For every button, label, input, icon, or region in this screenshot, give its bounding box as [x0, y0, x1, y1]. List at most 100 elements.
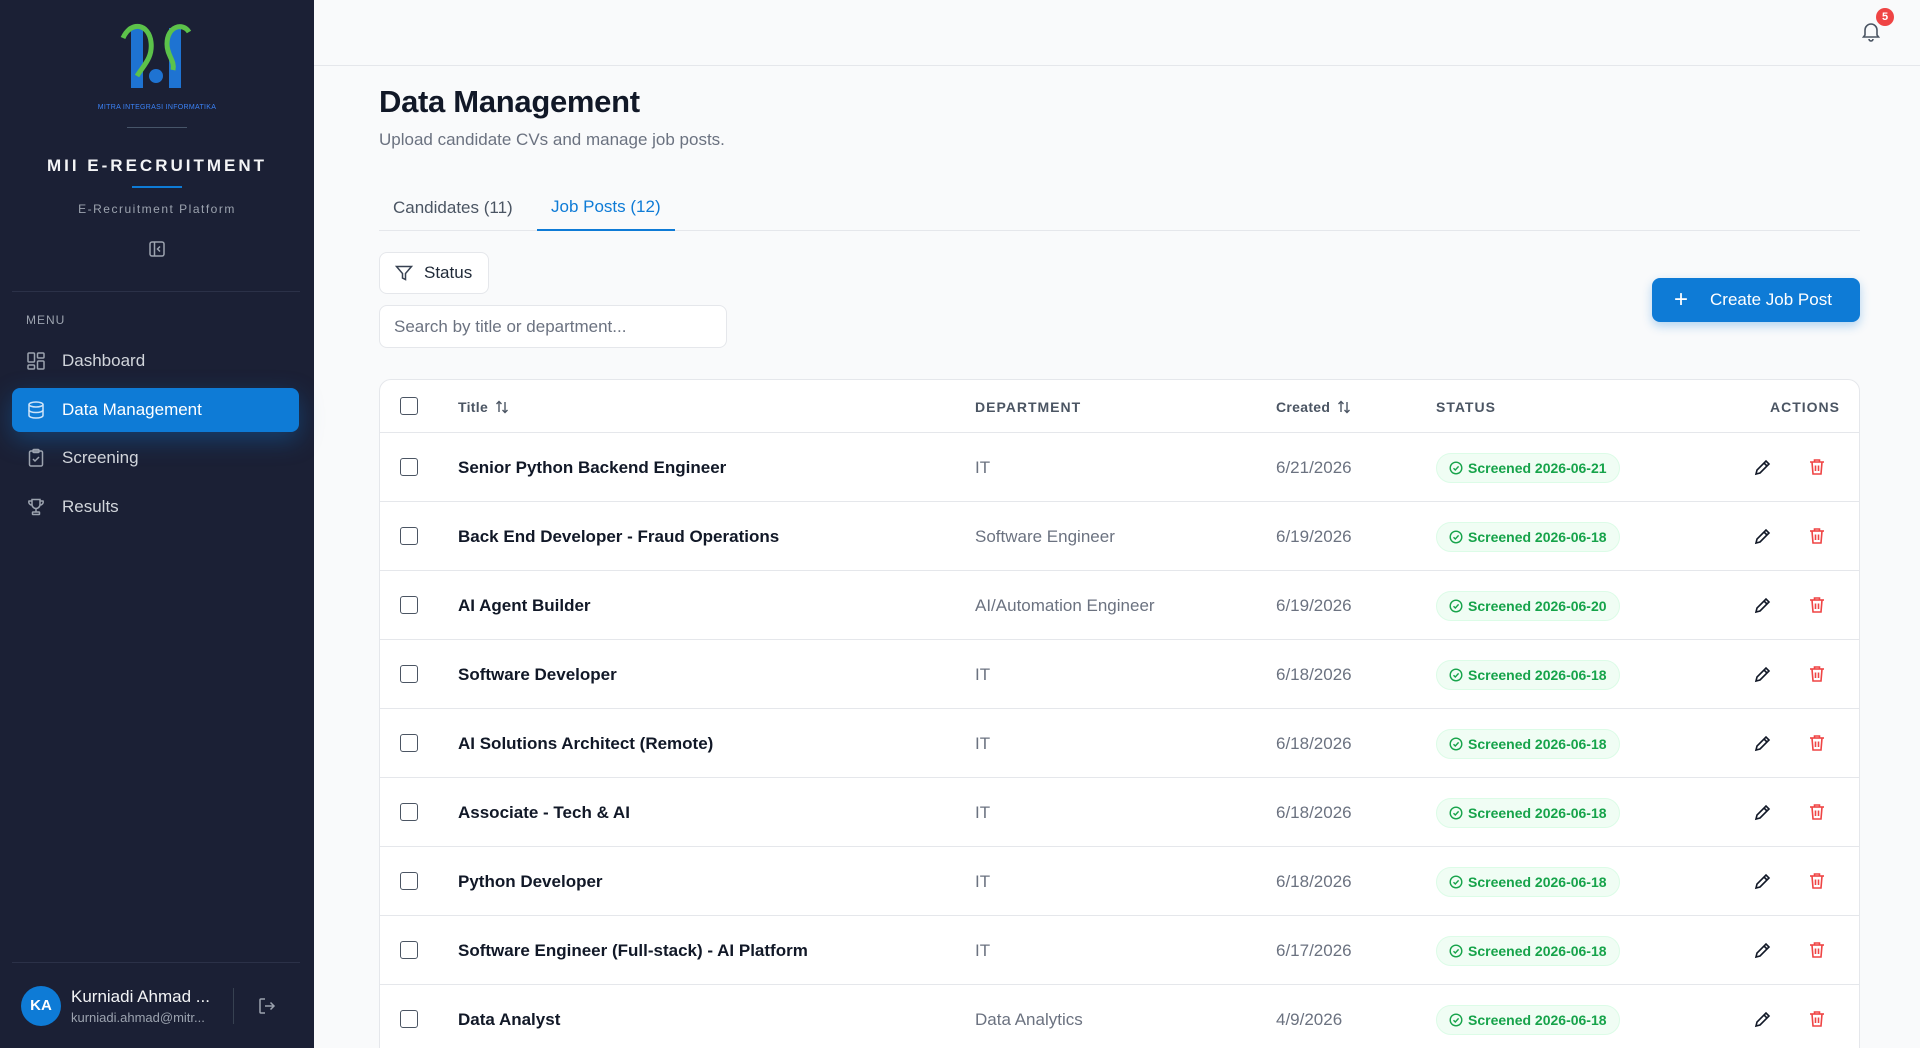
column-created-label: Created [1276, 398, 1331, 415]
pencil-icon [1754, 804, 1771, 821]
status-badge: Screened 2026-06-18 [1436, 728, 1620, 759]
select-all-checkbox[interactable] [400, 397, 418, 415]
edit-button[interactable] [1752, 801, 1774, 823]
status-badge: Screened 2026-06-18 [1436, 1004, 1620, 1035]
edit-button[interactable] [1752, 1008, 1774, 1030]
row-status: Screened 2026-06-18 [1436, 985, 1620, 1048]
sidebar-item-screening[interactable]: Screening [12, 436, 299, 480]
trash-icon [1810, 873, 1824, 889]
status-badge-label: Screened 2026-06-18 [1468, 735, 1607, 752]
row-title[interactable]: Software Developer [458, 640, 617, 709]
column-header-actions: ACTIONS [1770, 398, 1840, 415]
row-created: 6/17/2026 [1276, 940, 1352, 960]
delete-button[interactable] [1806, 525, 1828, 547]
row-checkbox[interactable] [400, 803, 418, 821]
row-title[interactable]: Senior Python Backend Engineer [458, 433, 726, 502]
row-status: Screened 2026-06-18 [1436, 502, 1620, 571]
tabs: Candidates (11) Job Posts (12) [379, 185, 1860, 231]
tab-candidates[interactable]: Candidates (11) [379, 185, 527, 231]
edit-button[interactable] [1752, 594, 1774, 616]
row-title[interactable]: Software Engineer (Full-stack) - AI Plat… [458, 916, 808, 985]
menu-label: MENU [26, 313, 66, 327]
status-badge: Screened 2026-06-21 [1436, 452, 1620, 483]
edit-button[interactable] [1752, 663, 1774, 685]
sidebar-divider [12, 291, 300, 292]
app-subtitle: E-Recruitment Platform [78, 202, 236, 216]
delete-button[interactable] [1806, 594, 1828, 616]
edit-button[interactable] [1752, 870, 1774, 892]
table-header: Title DEPARTMENT Created STATUS ACTIONS [380, 380, 1859, 433]
status-badge: Screened 2026-06-18 [1436, 659, 1620, 690]
sidebar: MITRA INTEGRASI INFORMATIKA MII E-RECRUI… [0, 0, 314, 1048]
create-job-post-button[interactable]: + Create Job Post [1652, 278, 1860, 322]
sidebar-item-data-management[interactable]: Data Management [12, 388, 299, 432]
edit-button[interactable] [1752, 456, 1774, 478]
logo: MITRA INTEGRASI INFORMATIKA [0, 18, 314, 128]
row-checkbox[interactable] [400, 458, 418, 476]
pencil-icon [1754, 528, 1771, 545]
delete-button[interactable] [1806, 1008, 1828, 1030]
row-checkbox[interactable] [400, 596, 418, 614]
create-job-post-label: Create Job Post [1710, 290, 1832, 309]
edit-button[interactable] [1752, 732, 1774, 754]
row-title[interactable]: AI Solutions Architect (Remote) [458, 709, 713, 778]
row-department: IT [975, 457, 991, 477]
check-circle-icon [1449, 874, 1463, 889]
status-badge: Screened 2026-06-18 [1436, 521, 1620, 552]
row-title[interactable]: Associate - Tech & AI [458, 778, 630, 847]
search-input[interactable] [379, 305, 727, 348]
status-badge-label: Screened 2026-06-18 [1468, 666, 1607, 683]
table-row: AI Solutions Architect (Remote) IT 6/18/20… [380, 709, 1859, 778]
row-department: AI/Automation Engineer [975, 595, 1155, 615]
pencil-icon [1754, 873, 1771, 890]
trash-icon [1810, 804, 1824, 820]
row-department: IT [975, 664, 991, 684]
table-row: Python Developer IT 6/18/2026 Screened 2026… [380, 847, 1859, 916]
row-department: IT [975, 940, 991, 960]
row-title[interactable]: AI Agent Builder [458, 571, 591, 640]
row-status: Screened 2026-06-20 [1436, 571, 1620, 640]
delete-button[interactable] [1806, 801, 1828, 823]
column-header-created[interactable]: Created [1276, 380, 1352, 433]
avatar[interactable]: KA [21, 985, 61, 1026]
plus-icon: + [1674, 286, 1689, 313]
column-header-department: DEPARTMENT [975, 398, 1082, 415]
row-department: IT [975, 871, 991, 891]
row-title[interactable]: Python Developer [458, 847, 603, 916]
delete-button[interactable] [1806, 663, 1828, 685]
row-checkbox[interactable] [400, 872, 418, 890]
row-title[interactable]: Data Analyst [458, 985, 560, 1048]
row-checkbox[interactable] [400, 527, 418, 545]
sidebar-item-results[interactable]: Results [12, 485, 299, 529]
tab-job-posts[interactable]: Job Posts (12) [537, 185, 675, 231]
column-header-title[interactable]: Title [458, 380, 510, 433]
collapse-sidebar-button[interactable] [147, 239, 167, 259]
sidebar-item-label: Data Management [62, 400, 202, 419]
status-badge: Screened 2026-06-20 [1436, 590, 1620, 621]
delete-button[interactable] [1806, 732, 1828, 754]
logout-icon [259, 997, 276, 1014]
trash-icon [1810, 942, 1824, 958]
row-title[interactable]: Back End Developer - Fraud Operations [458, 502, 779, 571]
sidebar-item-dashboard[interactable]: Dashboard [12, 339, 299, 383]
delete-button[interactable] [1806, 939, 1828, 961]
notification-badge: 5 [1876, 8, 1894, 26]
column-header-status: STATUS [1436, 398, 1496, 415]
row-checkbox[interactable] [400, 734, 418, 752]
logout-button[interactable] [256, 995, 278, 1017]
trash-icon [1810, 459, 1824, 475]
row-status: Screened 2026-06-18 [1436, 778, 1620, 847]
row-checkbox[interactable] [400, 941, 418, 959]
row-checkbox[interactable] [400, 665, 418, 683]
edit-button[interactable] [1752, 939, 1774, 961]
pencil-icon [1754, 735, 1771, 752]
row-status: Screened 2026-06-18 [1436, 847, 1620, 916]
edit-button[interactable] [1752, 525, 1774, 547]
trophy-icon [26, 497, 46, 517]
delete-button[interactable] [1806, 870, 1828, 892]
job-posts-table: Title DEPARTMENT Created STATUS ACTIONS … [379, 379, 1860, 1048]
database-icon [26, 400, 46, 420]
row-checkbox[interactable] [400, 1010, 418, 1028]
delete-button[interactable] [1806, 456, 1828, 478]
status-filter-button[interactable]: Status [379, 252, 489, 294]
